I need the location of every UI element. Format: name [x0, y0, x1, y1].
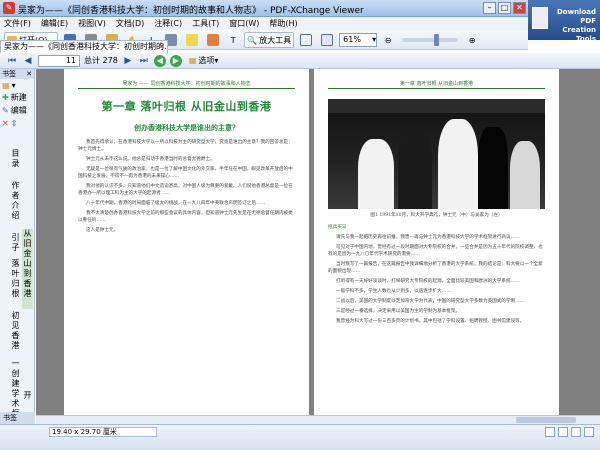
page-navigation-bar: 吴家为——《同创香港科技大学：初创时期的... ✕ ⏮ ◀ 11 总计 278 …: [0, 40, 600, 69]
page-dimensions: 19.40 x 29.70 厘米: [49, 427, 157, 437]
bookmark-chapter1-sub[interactable]: 从旧金山到香港: [22, 229, 33, 309]
new-bookmark-icon: ✚: [2, 93, 9, 102]
promo-line-1: Download PDF: [556, 8, 596, 25]
photo-banner: [328, 99, 545, 113]
edit-bookmark-button[interactable]: ✎ 编辑: [0, 104, 34, 117]
photo-figure: [438, 119, 478, 209]
last-page-icon[interactable]: ⏭: [138, 55, 150, 67]
right-paragraph: 请先与我一起把历史再往前推，我曾一再与钟士元为香港科技大学的学术框架进行商议……: [336, 235, 520, 240]
right-paragraph: 一般学科不多，学生人数也从少到多，以后逐步扩大……: [336, 289, 451, 294]
bookmark-tool-row: ✕ ⇕: [0, 117, 34, 130]
back-icon[interactable]: ◀: [153, 54, 166, 67]
first-page-icon[interactable]: ⏮: [6, 55, 18, 67]
maximize-button[interactable]: □: [498, 2, 511, 14]
bookmark-options-button[interactable]: ▦ ▾: [0, 79, 34, 91]
bookmark-intro[interactable]: 引子: [10, 233, 21, 257]
expand-icon[interactable]: ⇕: [11, 119, 18, 128]
right-paragraph: 可见对于中国内地，曾经有过一段时期面对大专院校的合并，一些合并是因为五十年代的院…: [328, 245, 543, 257]
window-title: 吴家为——《同创香港科技大学：初创时期的故事和人物志》 - PDF-XChang…: [18, 6, 364, 16]
delete-icon[interactable]: ✕: [2, 119, 9, 128]
document-tab-label[interactable]: 吴家为——《同创香港科技大学：初创时期的... ✕: [0, 40, 168, 53]
bookmark-chapter1[interactable]: 落叶归根: [10, 259, 21, 307]
status-bar: 19.40 x 29.70 厘米: [0, 424, 600, 450]
download-pdf-tools-banner[interactable]: Download PDF Creation Tools: [528, 0, 600, 43]
options-label: 选项: [198, 56, 215, 65]
right-section-title: 招兵买马: [328, 225, 347, 230]
forward-icon[interactable]: ▶: [169, 54, 182, 67]
bookmarks-bottom-tab[interactable]: 书签: [0, 412, 35, 424]
photo-figure: [398, 129, 432, 209]
bookmark-author[interactable]: 作者介绍: [10, 181, 21, 231]
edit-icon: ✎: [2, 106, 9, 115]
bookmark-first-sight[interactable]: 初见香港: [10, 311, 21, 355]
ceremony-photo: [328, 99, 545, 209]
section-title: 创办香港科技大学是谁出的主意？: [134, 123, 239, 132]
left-paragraph: 八十年代中期，香港的时局面临了极大的挑战，在一九八四年中英联合声明签订之后……: [86, 201, 266, 206]
chevron-down-icon: ▾: [214, 56, 219, 65]
promo-line-2: Creation Tools: [562, 26, 596, 43]
right-paragraph: 当时我写了一篇报告，在这篇报告中我详细地分析了香港的大学系统，我的结论是：科大要…: [328, 262, 543, 274]
bookmarks-panel: 书签 ✕ ▦ ▾ ✚ 新建 ✎ 编辑 ✕ ⇕ 目录 作者介绍 引子 落叶归根 从…: [0, 69, 35, 424]
left-paragraph: 我对他的认识不多，只知道他们中文造诣甚高，对中国人极为尊重的爱戴。人们说他香港总…: [78, 184, 293, 196]
horizontal-scrollbar[interactable]: [36, 415, 600, 424]
page-right: 第一章 落叶归根 从旧金山到香港 图1 1991年10月，科大开学典礼，钟士元（…: [314, 69, 559, 424]
left-page-header: 吴家为 —— 同创香港科技大学：初创时期的故事和人物志: [78, 80, 295, 89]
bookmark-more[interactable]: 开: [22, 391, 33, 403]
options-button[interactable]: ▦ 选项 ▾: [186, 53, 222, 69]
app-icon: ✎: [3, 2, 15, 14]
single-page-icon[interactable]: [545, 427, 555, 437]
document-view[interactable]: 吴家为 —— 同创香港科技大学：初创时期的故事和人物志 第一章 落叶归根 从旧金…: [36, 69, 600, 424]
left-paragraph: 钟士元从未不这么说。他总是归功于香港当时的总督尤德爵士。: [86, 157, 215, 162]
bookmarks-header-label: 书签: [2, 70, 16, 78]
right-paragraph: 二战以后，美国的大学制度以芝加哥大学为代表，中国的研究型大学多数为英国式的学制……: [336, 299, 525, 304]
facing-icon[interactable]: [571, 427, 581, 437]
new-bookmark-label: 新建: [10, 93, 27, 102]
chevron-down-icon: ▾: [11, 80, 16, 90]
left-paragraph: 这人是钟士元。: [86, 228, 119, 233]
right-paragraph: 打听得有一天好好谈谈时，打探研究大专院校的起源，全面比较美国和欧洲的大学系统……: [336, 279, 520, 284]
previous-page-icon[interactable]: ◀: [22, 55, 34, 67]
continuous-icon[interactable]: [558, 427, 568, 437]
scrollbar-thumb[interactable]: [516, 417, 576, 423]
facing-continuous-icon[interactable]: [584, 427, 594, 437]
minimize-button[interactable]: –: [483, 2, 496, 14]
title-bar: ✎ 吴家为——《同创香港科技大学：初创时期的故事和人物志》 - PDF-XCha…: [0, 0, 600, 17]
photo-figure: [510, 141, 540, 209]
photo-caption: 图1 1991年10月，科大开学典礼，钟士元（中）与吴家为（左）: [370, 213, 503, 218]
next-page-icon[interactable]: ▶: [122, 55, 134, 67]
left-paragraph: 我不太清楚创办香港科技大学之前的那些会议的具体内容，但知道钟士元先生是在尤德总督…: [78, 211, 293, 223]
window-controls: – □ ✕: [483, 2, 526, 14]
right-paragraph: 三是经过一番选择，决定采用以美国为主的学制为基本框架。: [336, 309, 461, 314]
new-bookmark-button[interactable]: ✚ 新建: [0, 91, 34, 104]
bookmarks-panel-header: 书签 ✕: [0, 69, 34, 79]
options-icon: ▦: [2, 80, 10, 90]
photo-figure: [358, 139, 394, 209]
close-button[interactable]: ✕: [513, 2, 526, 14]
page-number-input[interactable]: 11: [38, 54, 80, 67]
total-pages: 总计 278: [84, 56, 118, 65]
options-icon: ▦: [188, 56, 197, 65]
right-page-header: 第一章 落叶归根 从旧金山到香港: [328, 80, 545, 89]
document-icon: [532, 7, 548, 29]
tab-close-icon[interactable]: ✕: [158, 41, 165, 53]
page-left: 吴家为 —— 同创香港科技大学：初创时期的故事和人物志 第一章 落叶归根 从旧金…: [64, 69, 309, 424]
tab-title: 吴家为——《同创香港科技大学：初创时期的...: [4, 42, 168, 51]
left-paragraph: 无疑是一位很有气质的政治家，也是一位了解中国文化的外交家。半年任在中国，眼见改革…: [78, 167, 293, 179]
close-panel-icon[interactable]: ✕: [26, 69, 32, 79]
bookmark-toc[interactable]: 目录: [10, 149, 21, 179]
left-paragraph: 我首先得承认，在香港科技大学以一所以科技为主的研究型大学，究竟是谁出的主意？我的…: [78, 140, 293, 152]
edit-bookmark-label: 编辑: [10, 106, 27, 115]
chapter-title: 第一章 落叶归根 从旧金山到香港: [101, 100, 272, 113]
photo-figure: [478, 127, 508, 209]
view-mode-icons: [545, 427, 594, 437]
right-paragraph: 我曾经为科大写过一份三百多页的计划书，其中包括了学科设置、招聘教授、图书馆建设等…: [336, 319, 525, 324]
bookmark-chapter2[interactable]: 一创建学术框架: [10, 359, 21, 419]
